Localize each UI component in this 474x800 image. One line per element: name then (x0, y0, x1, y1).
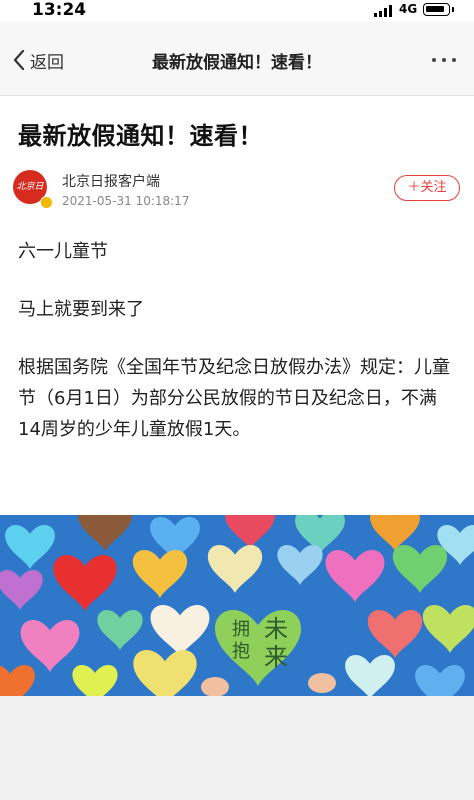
navigation-bar: 返回 最新放假通知！速看！ (0, 22, 474, 96)
article-paragraph: 六一儿童节 (18, 241, 108, 262)
author-name[interactable]: 北京日报客户端 (62, 171, 160, 191)
article[interactable]: 最新放假通知！速看！ 北京日报 北京日报客户端 2021-05-31 10:18… (0, 96, 474, 696)
heart-text-right: 未来 (264, 615, 288, 671)
verified-badge-icon (40, 196, 53, 209)
signal-icon (374, 5, 396, 17)
follow-button[interactable]: ＋关注 (394, 175, 460, 201)
more-options-button[interactable] (426, 52, 462, 68)
status-time: 13:24 (32, 0, 87, 20)
more-dots-icon (432, 58, 436, 62)
network-type: 4G (399, 2, 418, 16)
hearts-wall-image (0, 515, 474, 696)
article-paragraph: 马上就要到来了 (18, 299, 144, 320)
heart-text-left: 拥抱 (232, 619, 250, 662)
article-photo[interactable]: 拥抱 未来 (0, 515, 474, 696)
status-bar: 13:24 4G (0, 0, 474, 22)
chevron-left-icon (13, 49, 25, 71)
article-title: 最新放假通知！速看！ (18, 122, 263, 150)
nav-title: 最新放假通知！速看！ (152, 53, 322, 73)
article-paragraph: 根据国务院《全国年节及纪念日放假办法》规定：儿童节（6月1日）为部分公民放假的节… (18, 357, 450, 440)
publish-time: 2021-05-31 10:18:17 (62, 194, 190, 208)
back-button[interactable]: 返回 (12, 48, 64, 73)
page-bottom-area (0, 696, 474, 800)
battery-icon (423, 3, 454, 16)
back-label: 返回 (30, 52, 64, 73)
